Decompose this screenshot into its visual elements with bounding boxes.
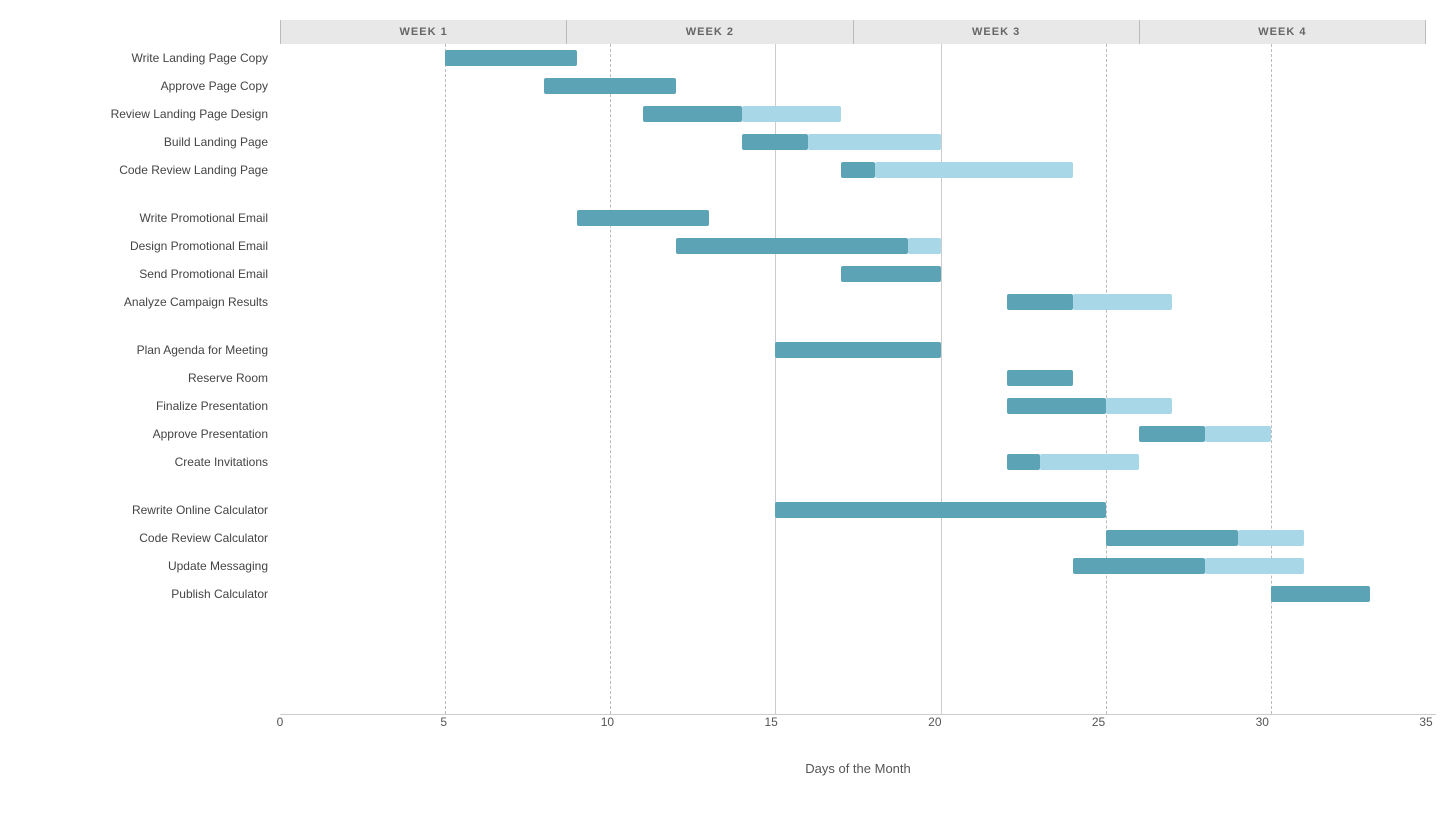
bar-row	[280, 364, 1436, 392]
bar-row	[280, 260, 1436, 288]
bar-row	[280, 156, 1436, 184]
bar-row	[280, 316, 1436, 336]
task-labels: Write Landing Page CopyApprove Page Copy…	[10, 44, 280, 715]
task-label: Code Review Landing Page	[10, 156, 280, 184]
gantt-bar-light	[1073, 294, 1172, 310]
week-header: WEEK 1WEEK 2WEEK 3WEEK 4	[280, 20, 1426, 44]
bar-row	[280, 336, 1436, 364]
x-tick: 5	[440, 715, 447, 729]
bar-row	[280, 448, 1436, 476]
x-tick: 15	[764, 715, 777, 729]
gantt-bar-light	[1040, 454, 1139, 470]
task-label: Build Landing Page	[10, 128, 280, 156]
x-tick: 25	[1092, 715, 1105, 729]
task-label: Design Promotional Email	[10, 232, 280, 260]
gantt-bar-dark	[775, 342, 940, 358]
gantt-bar-dark	[445, 50, 577, 66]
week-label: WEEK 2	[566, 20, 852, 44]
x-tick: 35	[1419, 715, 1432, 729]
bar-row	[280, 128, 1436, 156]
task-label	[10, 476, 280, 496]
gantt-bar-dark	[1106, 530, 1238, 546]
task-label: Plan Agenda for Meeting	[10, 336, 280, 364]
week-label: WEEK 1	[280, 20, 566, 44]
task-label: Approve Page Copy	[10, 72, 280, 100]
gantt-bar-light	[742, 106, 841, 122]
gantt-bar-dark	[1073, 558, 1205, 574]
bar-row	[280, 184, 1436, 204]
task-label: Review Landing Page Design	[10, 100, 280, 128]
gantt-bar-dark	[1007, 294, 1073, 310]
gantt-bar-light	[1106, 398, 1172, 414]
task-label: Reserve Room	[10, 364, 280, 392]
week-label: WEEK 3	[853, 20, 1139, 44]
bar-row	[280, 552, 1436, 580]
x-axis-label: Days of the Month	[280, 761, 1436, 776]
gantt-bar-dark	[676, 238, 907, 254]
gantt-bar-dark	[1271, 586, 1370, 602]
task-label	[10, 316, 280, 336]
gantt-bar-dark	[841, 162, 874, 178]
task-label: Send Promotional Email	[10, 260, 280, 288]
bar-row	[280, 392, 1436, 420]
task-label	[10, 184, 280, 204]
gantt-bar-light	[1205, 426, 1271, 442]
gantt-bar-light	[1205, 558, 1304, 574]
bars-area	[280, 44, 1436, 715]
x-tick: 10	[601, 715, 614, 729]
task-label: Code Review Calculator	[10, 524, 280, 552]
bar-row	[280, 44, 1436, 72]
task-label: Create Invitations	[10, 448, 280, 476]
bar-row	[280, 580, 1436, 608]
bar-row	[280, 232, 1436, 260]
gantt-bar-light	[1238, 530, 1304, 546]
bar-row	[280, 72, 1436, 100]
bar-row	[280, 288, 1436, 316]
bar-row	[280, 420, 1436, 448]
gantt-bar-dark	[1007, 454, 1040, 470]
task-label: Approve Presentation	[10, 420, 280, 448]
task-label: Update Messaging	[10, 552, 280, 580]
x-tick: 0	[277, 715, 284, 729]
bar-row	[280, 476, 1436, 496]
gantt-bar-dark	[1139, 426, 1205, 442]
task-label: Write Promotional Email	[10, 204, 280, 232]
gantt-bar-dark	[1007, 398, 1106, 414]
gantt-bar-dark	[643, 106, 742, 122]
gantt-bar-dark	[841, 266, 940, 282]
gantt-bar-dark	[742, 134, 808, 150]
gantt-bar-dark	[1007, 370, 1073, 386]
gantt-bar-dark	[775, 502, 1105, 518]
x-tick: 30	[1256, 715, 1269, 729]
chart-container: WEEK 1WEEK 2WEEK 3WEEK 4 Write Landing P…	[0, 0, 1446, 836]
x-axis: 05101520253035	[280, 715, 1426, 735]
bars-rows	[280, 44, 1436, 714]
bar-row	[280, 204, 1436, 232]
x-tick: 20	[928, 715, 941, 729]
gantt-bar-light	[808, 134, 940, 150]
gantt-bar-light	[875, 162, 1073, 178]
week-label: WEEK 4	[1139, 20, 1426, 44]
task-label: Analyze Campaign Results	[10, 288, 280, 316]
task-label: Write Landing Page Copy	[10, 44, 280, 72]
task-label: Finalize Presentation	[10, 392, 280, 420]
bar-row	[280, 524, 1436, 552]
bar-row	[280, 496, 1436, 524]
gantt-bar-light	[908, 238, 941, 254]
bar-row	[280, 100, 1436, 128]
chart-body: Write Landing Page CopyApprove Page Copy…	[10, 44, 1436, 715]
gantt-bar-dark	[577, 210, 709, 226]
task-label: Rewrite Online Calculator	[10, 496, 280, 524]
task-label: Publish Calculator	[10, 580, 280, 608]
gantt-bar-dark	[544, 78, 676, 94]
